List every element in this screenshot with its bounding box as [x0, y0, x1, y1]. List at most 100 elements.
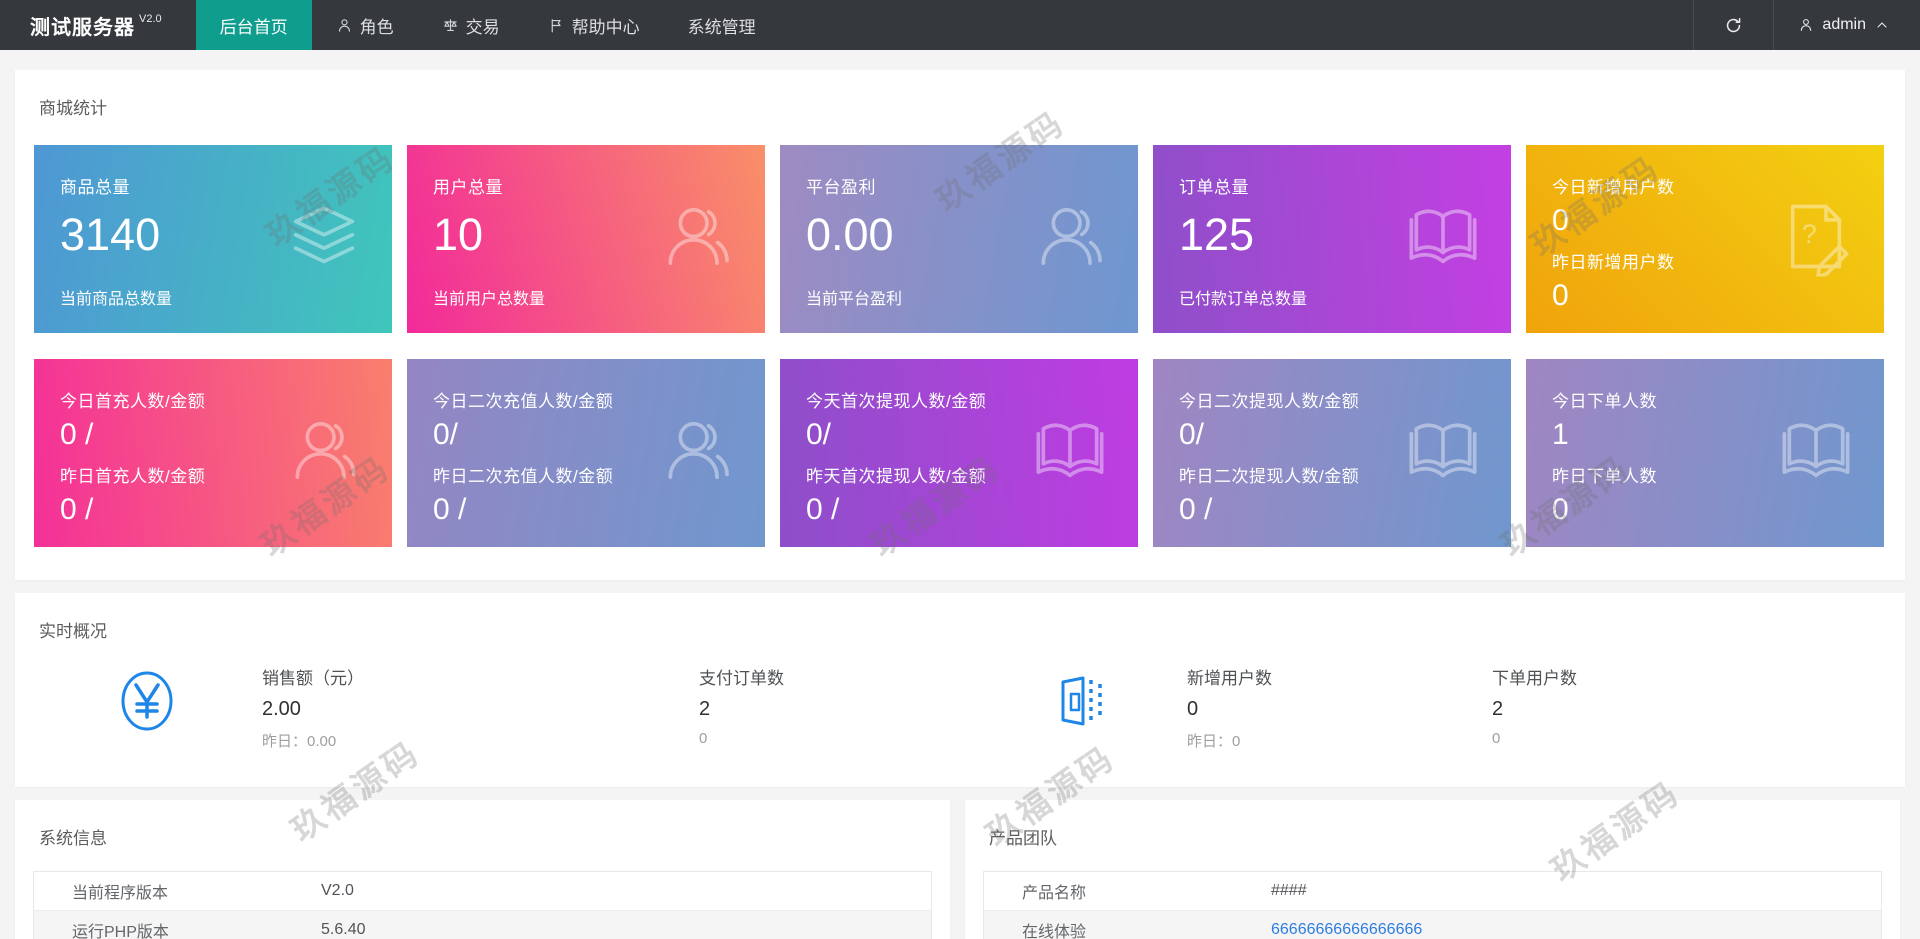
row-label: 当前程序版本: [34, 879, 321, 903]
brand-version: V2.0: [139, 13, 162, 25]
card-label: 平台盈利: [806, 173, 1112, 198]
card-label: 今天首次提现人数/金额: [806, 387, 1112, 412]
nav-item-system[interactable]: 系统管理: [664, 0, 780, 50]
product-team-panel: 产品团队 产品名称 #### 在线体验 66666666666666666 官方…: [965, 800, 1900, 939]
users-icon: [1030, 197, 1110, 282]
metric-value: 2: [699, 698, 979, 721]
metric-label: 支付订单数: [699, 664, 979, 689]
metric-sub: 0: [1492, 730, 1772, 747]
stat-card-platform-profit: 平台盈利 0.00 当前平台盈利: [780, 145, 1138, 333]
stats-row-2: 今日首充人数/金额 0 / 昨日首充人数/金额 0 / 今日二次充值人数/金额 …: [15, 359, 1905, 580]
card-label: 用户总量: [433, 173, 739, 198]
metric-label: 新增用户数: [1187, 664, 1467, 689]
nav-item-label: 角色: [360, 13, 394, 38]
stat-card-total-products: 商品总量 3140 当前商品总数量: [34, 145, 392, 333]
page-content: 玖福源码 玖福源码 玖福源码 玖福源码 玖福源码 玖福源码 玖福源码 玖福源码 …: [0, 50, 1920, 939]
mall-stats-panel: 商城统计 商品总量 3140 当前商品总数量 用户总量 10 当前用户总数量 平…: [15, 70, 1905, 580]
user-menu[interactable]: admin: [1774, 0, 1920, 50]
stat-card-first-withdraw: 今天首次提现人数/金额 0/ 昨天首次提现人数/金额 0 /: [780, 359, 1138, 547]
nav-item-roles[interactable]: 角色: [312, 0, 418, 50]
panel-title: 系统信息: [15, 800, 950, 849]
card-sublabel: 当前用户总数量: [433, 285, 545, 309]
card-sublabel: 已付款订单总数量: [1179, 285, 1307, 309]
system-info-table: 当前程序版本 V2.0 运行PHP版本 5.6.40 ThinkPHP版本 5.…: [33, 871, 932, 939]
open-book-icon: [1403, 411, 1483, 496]
chevron-up-icon: [1874, 17, 1890, 33]
card-value2: 0 /: [1179, 495, 1485, 525]
card-label: 商品总量: [60, 173, 366, 198]
nav-item-trade[interactable]: 交易: [418, 0, 524, 50]
online-demo-link[interactable]: 66666666666666666: [1271, 921, 1422, 939]
card-value2: 0 /: [806, 495, 1112, 525]
username: admin: [1822, 16, 1866, 34]
layers-icon: [284, 197, 364, 282]
metric-value: 0: [1187, 698, 1467, 721]
yuan-circle-icon: [120, 670, 174, 737]
card-sublabel: 当前商品总数量: [60, 285, 172, 309]
card-label: 今日二次提现人数/金额: [1179, 387, 1485, 412]
stat-card-order-users: 今日下单人数 1 昨日下单人数 0: [1526, 359, 1884, 547]
row-value: 5.6.40: [321, 921, 365, 939]
open-book-icon: [1403, 197, 1483, 282]
metric-value: 2: [1492, 698, 1772, 721]
row-label: 运行PHP版本: [34, 918, 321, 939]
bottom-panels: 系统信息 当前程序版本 V2.0 运行PHP版本 5.6.40 ThinkPHP…: [15, 800, 1905, 939]
panel-title: 实时概况: [15, 593, 1905, 642]
main-menu: 后台首页 角色 交易 帮助中心 系统管理: [196, 0, 780, 50]
top-navbar: 测试服务器 V2.0 后台首页 角色 交易 帮助中心 系统管理 admin: [0, 0, 1920, 50]
metric-paid-orders: 支付订单数 2 0: [699, 664, 979, 747]
open-book-icon: [1776, 411, 1856, 496]
stat-card-first-recharge: 今日首充人数/金额 0 / 昨日首充人数/金额 0 /: [34, 359, 392, 547]
flag-icon: [548, 17, 565, 34]
card-label: 今日首充人数/金额: [60, 387, 366, 412]
card-value2: 0 /: [433, 495, 739, 525]
metric-sub: 0: [699, 730, 979, 747]
metric-value: 2.00: [262, 698, 542, 721]
metric-order-users: 下单用户数 2 0: [1492, 664, 1772, 747]
refresh-button[interactable]: [1693, 0, 1774, 50]
system-info-panel: 系统信息 当前程序版本 V2.0 运行PHP版本 5.6.40 ThinkPHP…: [15, 800, 950, 939]
card-label: 今日二次充值人数/金额: [433, 387, 739, 412]
nav-item-label: 交易: [466, 13, 500, 38]
row-value: V2.0: [321, 882, 354, 900]
users-icon: [284, 411, 364, 496]
metric-sales: 销售额（元） 2.00 昨日：0.00: [262, 664, 542, 751]
table-row: 在线体验 66666666666666666: [984, 911, 1881, 939]
card-label: 今日下单人数: [1552, 387, 1858, 412]
table-row: 当前程序版本 V2.0: [34, 872, 931, 911]
stat-card-second-recharge: 今日二次充值人数/金额 0/ 昨日二次充值人数/金额 0 /: [407, 359, 765, 547]
brand-name: 测试服务器: [30, 11, 135, 40]
nav-item-label: 帮助中心: [572, 13, 640, 38]
realtime-panel: 实时概况 销售额（元） 2.00 昨日：0.00 支付订单数 2 0: [15, 593, 1905, 787]
metric-label: 下单用户数: [1492, 664, 1772, 689]
stat-card-total-users: 用户总量 10 当前用户总数量: [407, 145, 765, 333]
user-icon: [1798, 17, 1814, 33]
metric-label: 销售额（元）: [262, 664, 542, 689]
nav-item-home[interactable]: 后台首页: [196, 0, 312, 50]
stat-card-total-orders: 订单总量 125 已付款订单总数量: [1153, 145, 1511, 333]
navbar-right: admin: [1693, 0, 1920, 50]
open-book-icon: [1030, 411, 1110, 496]
metric-new-users: 新增用户数 0 昨日：0: [1187, 664, 1467, 751]
nav-item-label: 系统管理: [688, 13, 756, 38]
product-team-table: 产品名称 #### 在线体验 66666666666666666 官方QQ群 4…: [983, 871, 1882, 939]
stat-card-new-users: 今日新增用户数 0 昨日新增用户数 0 ?: [1526, 145, 1884, 333]
table-row: 运行PHP版本 5.6.40: [34, 911, 931, 939]
panel-title: 商城统计: [15, 70, 1905, 119]
door-panel-icon: [1057, 670, 1107, 737]
svg-text:?: ?: [1802, 219, 1817, 249]
row-label: 产品名称: [984, 879, 1271, 903]
realtime-metrics: 销售额（元） 2.00 昨日：0.00 支付订单数 2 0 新增用户数: [15, 642, 1905, 787]
scales-icon: [442, 17, 459, 34]
nav-item-help-center[interactable]: 帮助中心: [524, 0, 664, 50]
refresh-icon: [1724, 16, 1743, 35]
panel-title: 产品团队: [965, 800, 1900, 849]
card-label: 订单总量: [1179, 173, 1485, 198]
metric-sub: 昨日：0.00: [262, 730, 542, 751]
doc-question-icon: ?: [1776, 197, 1856, 282]
card-value2: 0: [1552, 495, 1858, 525]
card-value2: 0 /: [60, 495, 366, 525]
stats-row-1: 商品总量 3140 当前商品总数量 用户总量 10 当前用户总数量 平台盈利 0…: [15, 145, 1905, 333]
row-value: ####: [1271, 882, 1307, 900]
card-sublabel: 当前平台盈利: [806, 285, 902, 309]
